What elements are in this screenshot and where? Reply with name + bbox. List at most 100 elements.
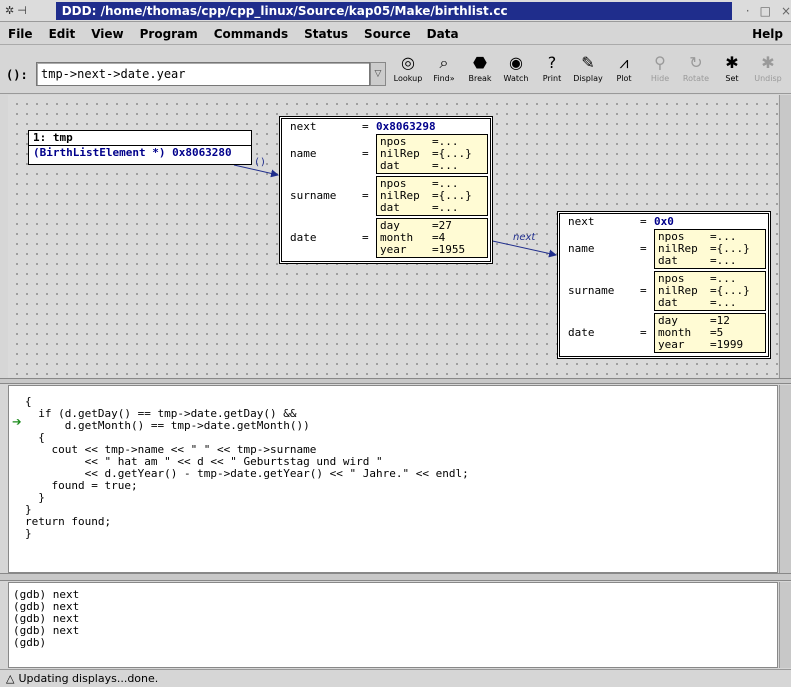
lookup-icon: ◎ [401, 53, 415, 72]
menu-view[interactable]: View [83, 27, 131, 41]
status-icon: △ [6, 672, 15, 685]
struct2-date-field-name: year [658, 338, 685, 351]
hide-button[interactable]: ⚲ Hide [642, 48, 678, 92]
source-line: d.getMonth() == tmp->date.getMonth()) [25, 419, 310, 432]
struct2-surname-fields: npos = ... nilRep = {...} dat = ... [654, 271, 766, 311]
find-button[interactable]: ⌕ Find» [426, 48, 462, 92]
struct2-date-label: date [568, 326, 595, 339]
struct1-next-row: next = 0x8063298 [284, 121, 488, 133]
struct1-date-field-name: year [380, 243, 407, 256]
source-scrollbar[interactable] [779, 385, 791, 573]
argument-input[interactable]: tmp->next->date.year [36, 62, 370, 86]
console-scrollbar[interactable] [779, 582, 791, 668]
struct2-name-label: name [568, 242, 595, 255]
data-pane-scrollbar[interactable] [779, 95, 791, 378]
print-button[interactable]: ? Print [534, 48, 570, 92]
close-button[interactable]: × [781, 4, 791, 18]
display-button[interactable]: ✎ Display [570, 48, 606, 92]
tool-label: Plot [616, 74, 632, 83]
struct2-date-field-value: 1999 [716, 338, 744, 351]
struct1-name-field-eq: = [432, 159, 439, 172]
menu-source[interactable]: Source [356, 27, 419, 41]
struct2-surname-label: surname [568, 284, 615, 297]
struct2-surname-field-row: dat = ... [658, 297, 762, 309]
source-line: } [25, 503, 32, 516]
struct1-surname-field-value: ... [438, 201, 459, 214]
source-line: found = true; [25, 479, 138, 492]
struct2-date-field-eq: = [710, 338, 717, 351]
struct1-surname-field-row: dat = ... [380, 202, 484, 214]
struct2-name-field-value: ... [716, 254, 737, 267]
source-line: } [25, 491, 45, 504]
display-tmp-value: (BirthListElement *) 0x8063280 [33, 146, 232, 159]
title-icons: ✲ ⊣ [0, 4, 56, 17]
toolbar: (): tmp->next->date.year ▽ ◎ Lookup ⌕ Find»… [0, 46, 791, 94]
display-tmp[interactable]: 1: tmp (BirthListElement *) 0x8063280 [28, 130, 252, 165]
break-icon: ⬣ [473, 53, 487, 72]
watch-button[interactable]: ◉ Watch [498, 48, 534, 92]
title-bar: ✲ ⊣ DDD: /home/thomas/cpp/cpp_linux/Sour… [0, 0, 791, 22]
source-pane[interactable]: ➔ { if (d.getDay() == tmp->date.getDay()… [8, 385, 778, 573]
gdb-console[interactable]: (gdb) next (gdb) next (gdb) next (gdb) next… [8, 582, 778, 668]
lookup-button[interactable]: ◎ Lookup [390, 48, 426, 92]
maximize-button[interactable]: □ [760, 4, 771, 18]
undisp-button[interactable]: ✱ Undisp [750, 48, 786, 92]
pane-sash-top[interactable] [0, 378, 791, 384]
pin-icon[interactable]: ⊣ [17, 4, 27, 17]
rotate-icon: ↻ [689, 53, 703, 72]
rotate-button[interactable]: ↻ Rotate [678, 48, 714, 92]
plot-icon: ⩘ [619, 53, 629, 72]
struct1-date-field-eq: = [432, 243, 439, 256]
struct1-name-field-name: dat [380, 159, 400, 172]
status-bar: △ Updating displays...done. [0, 669, 791, 687]
menu-file[interactable]: File [0, 27, 41, 41]
menu-program[interactable]: Program [132, 27, 206, 41]
window-title: DDD: /home/thomas/cpp/cpp_linux/Source/k… [55, 1, 732, 20]
struct2-date-field-row: year = 1999 [658, 339, 762, 351]
struct1-name-field-row: dat = ... [380, 160, 484, 172]
tool-label: Watch [503, 74, 529, 83]
plot-button[interactable]: ⩘ Plot [606, 48, 642, 92]
menu-help[interactable]: Help [744, 27, 791, 41]
ddd-logo-icon[interactable]: ✲ [5, 4, 14, 17]
next-arrow-label: next [513, 232, 536, 243]
struct1-next-value[interactable]: 0x8063298 [376, 121, 436, 133]
struct2-surname-field-name: dat [658, 296, 678, 309]
struct2-name-fields: npos = ... nilRep = {...} dat = ... [654, 229, 766, 269]
argument-dropdown-icon[interactable]: ▽ [370, 62, 386, 86]
menu-status[interactable]: Status [296, 27, 356, 41]
struct1-eq: = [362, 231, 369, 244]
display-icon: ✎ [581, 53, 595, 72]
struct2-name-field-eq: = [710, 254, 717, 267]
struct1-surname-field-name: dat [380, 201, 400, 214]
struct2-date-fields: day = 12 month = 5 year = 1999 [654, 313, 766, 353]
console-line: (gdb) next [13, 588, 80, 601]
status-text: Updating displays...done. [18, 672, 159, 685]
display-tmp-header: 1: tmp [29, 131, 251, 146]
struct2-surname-field-eq: = [710, 296, 717, 309]
struct1-next-label: next [290, 120, 317, 133]
set-icon: ✱ [725, 53, 739, 72]
menu-data[interactable]: Data [419, 27, 467, 41]
display-struct-2[interactable]: next = 0x0 name = npos = ... nilRep = {...} dat = … [557, 211, 771, 359]
struct2-surname-field-value: ... [716, 296, 737, 309]
minimize-button[interactable]: · [746, 4, 750, 18]
struct2-next-value[interactable]: 0x0 [654, 216, 674, 228]
break-button[interactable]: ⬣ Break [462, 48, 498, 92]
struct1-surname-fields: npos = ... nilRep = {...} dat = ... [376, 176, 488, 216]
tool-label: Lookup [393, 74, 423, 83]
struct1-surname-label: surname [290, 189, 337, 202]
struct1-date-fields: day = 27 month = 4 year = 1955 [376, 218, 488, 258]
struct1-surname-field-eq: = [432, 201, 439, 214]
print-icon: ? [547, 53, 557, 72]
display-struct-1[interactable]: next = 0x8063298 name = npos = ... nilRep = {...… [279, 116, 493, 264]
menu-edit[interactable]: Edit [41, 27, 84, 41]
struct1-name-field-value: ... [438, 159, 459, 172]
source-line: return found; [25, 515, 112, 528]
menu-commands[interactable]: Commands [206, 27, 296, 41]
console-line: (gdb) next [13, 624, 80, 637]
pane-sash-bottom[interactable] [0, 573, 791, 581]
struct1-date-row: date = day = 27 month = 4 year = 1955 [284, 217, 488, 259]
set-button[interactable]: ✱ Set [714, 48, 750, 92]
data-display-pane[interactable]: () next 1: tmp (BirthListElement *) 0x80… [8, 95, 778, 378]
